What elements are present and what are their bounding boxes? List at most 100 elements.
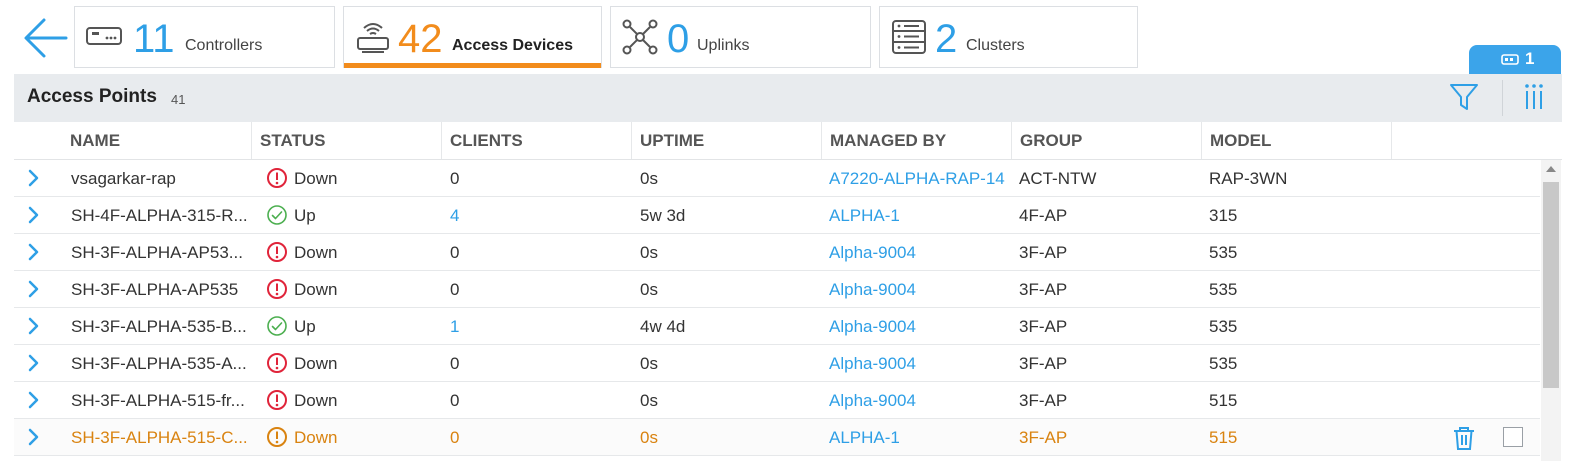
status-down-icon (267, 353, 287, 374)
row-select-checkbox[interactable] (1503, 427, 1523, 447)
uptime-value: 0s (640, 169, 658, 188)
table-row[interactable]: SH-3F-ALPHA-515-C... Down 0 0s ALPHA-1 3F-AP 5… (14, 419, 1540, 456)
device-name: SH-4F-ALPHA-315-R... (71, 206, 248, 225)
managed-by-link[interactable]: Alpha-9004 (829, 234, 1014, 271)
expand-chevron-icon[interactable] (26, 353, 42, 373)
status-down-icon (267, 279, 287, 300)
back-arrow-icon[interactable] (22, 14, 70, 62)
clients-count: 0 (450, 354, 460, 373)
uptime-value: 0s (640, 280, 658, 299)
clients-count: 0 (450, 243, 460, 262)
table-row[interactable]: SH-3F-ALPHA-515-fr... Down 0 0s Alpha-9004 3F… (14, 382, 1540, 419)
status-text: Up (294, 206, 316, 225)
table-row[interactable]: SH-3F-ALPHA-535-B... Up 1 4w 4d Alpha-9004 3F… (14, 308, 1540, 345)
status-down-icon (267, 168, 287, 189)
table-row[interactable]: SH-3F-ALPHA-535-A... Down 0 0s Alpha-9004 3F-… (14, 345, 1540, 382)
tile-uplinks[interactable]: 0 Uplinks (610, 6, 871, 68)
status-text: Down (294, 428, 338, 447)
uptime-value: 5w 3d (640, 206, 686, 225)
access-points-table: vsagarkar-rap Down 0 0s A7220-ALPHA-RAP-14 AC… (14, 160, 1540, 461)
tile-controllers[interactable]: 11 Controllers (74, 6, 335, 68)
status-cell: Down (266, 345, 442, 382)
managed-by-link[interactable]: Alpha-9004 (829, 345, 1014, 382)
scroll-up-arrow-icon[interactable] (1546, 166, 1556, 172)
clients-count[interactable]: 4 (450, 197, 630, 234)
expand-chevron-icon[interactable] (26, 279, 42, 299)
controllers-label: Controllers (185, 37, 263, 54)
expand-chevron-icon[interactable] (26, 427, 42, 447)
managed-by-link[interactable]: A7220-ALPHA-RAP-14 (829, 160, 1014, 197)
delete-icon[interactable] (1451, 425, 1477, 451)
status-text: Up (294, 317, 316, 336)
group-value: ACT-NTW (1019, 169, 1097, 188)
column-settings-icon[interactable] (1523, 82, 1545, 112)
group-value: 3F-AP (1019, 243, 1068, 262)
model-value: 515 (1209, 391, 1238, 410)
expand-chevron-icon[interactable] (26, 242, 42, 262)
clusters-count: 2 (935, 17, 958, 61)
status-cell: Up (266, 308, 442, 345)
model-value: 515 (1209, 428, 1238, 447)
table-row[interactable]: SH-4F-ALPHA-315-R... Up 4 5w 3d ALPHA-1 4F-AP… (14, 197, 1540, 234)
device-name: SH-3F-ALPHA-AP535 (71, 280, 239, 299)
device-name: SH-3F-ALPHA-535-B... (71, 317, 247, 336)
column-header-group[interactable]: GROUP (1012, 122, 1202, 159)
status-cell: Up (266, 197, 442, 234)
panel-header: Access Points 41 (14, 74, 1562, 122)
table-row[interactable]: vsagarkar-rap Down 0 0s A7220-ALPHA-RAP-14 AC… (14, 160, 1540, 197)
clients-count: 0 (450, 428, 460, 447)
expand-chevron-icon[interactable] (26, 390, 42, 410)
status-text: Down (294, 280, 338, 299)
column-header-status[interactable]: STATUS (252, 122, 442, 159)
status-down-icon (267, 242, 287, 263)
uplinks-icon (622, 19, 658, 55)
header-divider (1502, 80, 1503, 116)
status-up-icon (267, 205, 287, 225)
table-row[interactable]: SH-3F-ALPHA-AP53... Down 0 0s Alpha-9004 3F-A… (14, 234, 1540, 271)
top-summary-bar: 11 Controllers 42 Access Devices 0 Uplin… (0, 0, 1581, 74)
status-cell: Down (266, 382, 442, 419)
status-cell: Down (266, 160, 442, 197)
device-name: vsagarkar-rap (71, 169, 176, 188)
tile-access-devices[interactable]: 42 Access Devices (343, 6, 602, 68)
model-value: 535 (1209, 354, 1238, 373)
managed-by-link[interactable]: Alpha-9004 (829, 308, 1014, 345)
selected-devices-badge[interactable]: 1 (1469, 45, 1561, 74)
uptime-value: 0s (640, 391, 658, 410)
managed-by-link[interactable]: ALPHA-1 (829, 197, 1014, 234)
clients-count: 0 (450, 169, 460, 188)
device-name: SH-3F-ALPHA-515-fr... (71, 391, 245, 410)
status-text: Down (294, 391, 338, 410)
access-devices-count: 42 (398, 17, 443, 61)
panel-count: 41 (171, 92, 186, 107)
status-text: Down (294, 243, 338, 262)
access-devices-label: Access Devices (452, 37, 573, 54)
column-header-model[interactable]: MODEL (1202, 122, 1392, 159)
uptime-value: 0s (640, 428, 658, 447)
panel-title: Access Points (27, 86, 157, 107)
model-value: 535 (1209, 243, 1238, 262)
clients-count[interactable]: 1 (450, 308, 630, 345)
column-header-managed-by[interactable]: MANAGED BY (822, 122, 1012, 159)
tile-clusters[interactable]: 2 Clusters (879, 6, 1138, 68)
table-row[interactable]: SH-3F-ALPHA-AP535 Down 0 0s Alpha-9004 3F-AP 5… (14, 271, 1540, 308)
uplinks-label: Uplinks (697, 37, 750, 54)
scrollbar-thumb[interactable] (1543, 182, 1559, 388)
expand-chevron-icon[interactable] (26, 205, 42, 225)
column-header-clients[interactable]: CLIENTS (442, 122, 632, 159)
expand-chevron-icon[interactable] (26, 168, 42, 188)
device-name: SH-3F-ALPHA-535-A... (71, 354, 247, 373)
column-header-uptime[interactable]: UPTIME (632, 122, 822, 159)
controllers-count: 11 (133, 17, 175, 61)
managed-by-link[interactable]: Alpha-9004 (829, 271, 1014, 308)
column-header-name[interactable]: NAME (62, 122, 252, 159)
model-value: 535 (1209, 317, 1238, 336)
managed-by-link[interactable]: ALPHA-1 (829, 419, 1014, 456)
filter-icon[interactable] (1449, 82, 1479, 112)
status-cell: Down (266, 271, 442, 308)
managed-by-link[interactable]: Alpha-9004 (829, 382, 1014, 419)
status-text: Down (294, 354, 338, 373)
model-value: RAP-3WN (1209, 169, 1288, 188)
expand-chevron-icon[interactable] (26, 316, 42, 336)
table-scrollbar[interactable] (1541, 160, 1561, 461)
